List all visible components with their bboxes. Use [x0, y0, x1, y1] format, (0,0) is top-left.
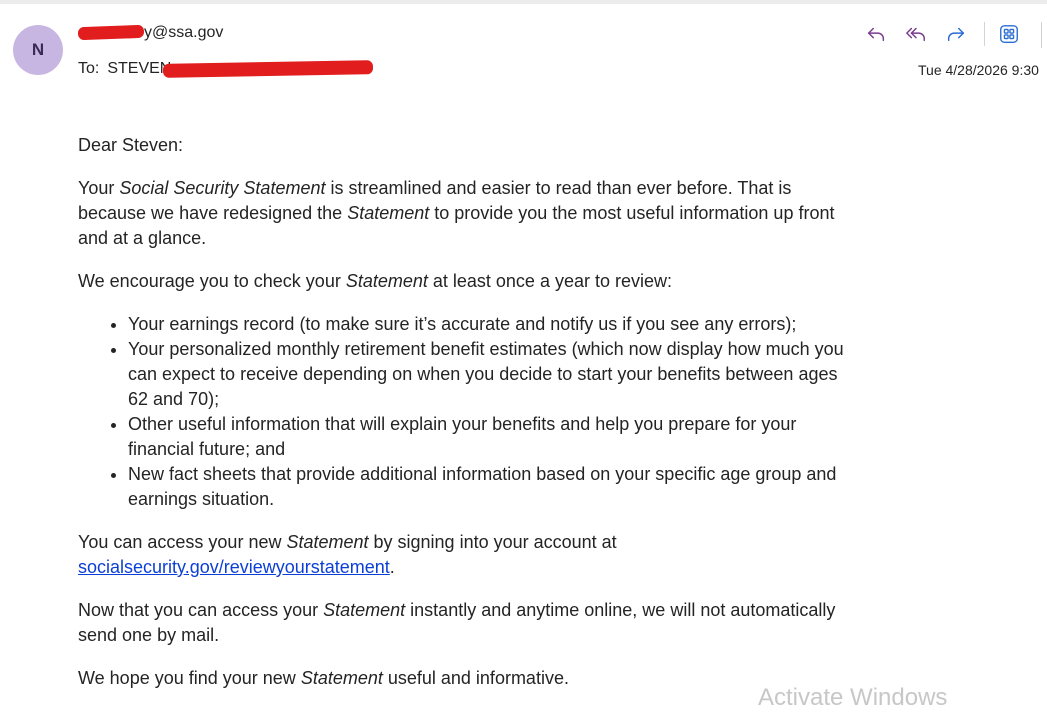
redaction-mark — [163, 59, 374, 78]
review-statement-link[interactable]: socialsecurity.gov/reviewyourstatement — [78, 557, 390, 577]
text-run: Your — [78, 178, 120, 198]
forward-icon — [947, 27, 965, 42]
text-run: useful and informative. — [382, 668, 569, 688]
sender-line[interactable]: y@ssa.gov — [77, 24, 224, 42]
text-run-italic: Statement — [286, 532, 369, 552]
recipient-line: To: STEVEN — [78, 59, 374, 78]
text-run: We encourage you to check your — [78, 271, 346, 291]
paragraph-access: You can access your new Statement by sig… — [78, 530, 858, 580]
text-run-italic: Social Security Statement — [119, 178, 326, 198]
review-list: Your earnings record (to make sure it’s … — [78, 312, 858, 512]
text-run-italic: Statement — [323, 600, 406, 620]
text-run: by signing into your account at — [368, 532, 617, 552]
text-run-italic: Statement — [300, 668, 383, 688]
apps-grid-icon — [1000, 25, 1018, 43]
activate-windows-watermark: Activate Windows — [758, 684, 948, 711]
recipient-name[interactable]: STEVEN — [107, 60, 171, 77]
text-run: Now that you can access your — [78, 600, 324, 620]
list-item: Other useful information that will expla… — [128, 412, 858, 462]
text-run: We hope you find your new — [78, 668, 301, 688]
reply-button[interactable] — [862, 20, 890, 48]
pane-edge-divider — [1041, 22, 1042, 48]
reply-icon — [867, 27, 885, 42]
message-actions — [862, 20, 1035, 48]
greeting: Dear Steven: — [78, 135, 184, 155]
reply-all-icon — [906, 27, 925, 42]
text-run: at least once a year to review: — [427, 271, 672, 291]
avatar-initial: N — [31, 40, 45, 59]
toolbar-divider — [984, 22, 985, 46]
list-item: New fact sheets that provide additional … — [128, 462, 858, 512]
paragraph-online: Now that you can access your Statement i… — [78, 598, 858, 648]
sender-avatar[interactable]: N — [13, 25, 63, 75]
apps-button[interactable] — [995, 20, 1023, 48]
text-run-italic: Statement — [345, 271, 428, 291]
text-run: You can access your new — [78, 532, 287, 552]
sent-date: Tue 4/28/2026 9:30 — [918, 62, 1039, 78]
paragraph-closing: We hope you find your new Statement usef… — [78, 666, 858, 691]
window-top-border — [0, 0, 1047, 4]
text-run: . — [389, 557, 395, 577]
list-item: Your earnings record (to make sure it’s … — [128, 312, 858, 337]
redaction-mark — [77, 25, 145, 41]
reply-all-button[interactable] — [902, 20, 930, 48]
paragraph-encourage: We encourage you to check your Statement… — [78, 269, 858, 294]
sender-email: y@ssa.gov — [144, 24, 224, 41]
forward-button[interactable] — [942, 20, 970, 48]
paragraph-intro: Your Social Security Statement is stream… — [78, 176, 858, 251]
to-label: To: — [78, 60, 100, 77]
text-run-italic: Statement — [347, 203, 430, 223]
message-body: Dear Steven: Your Social Security Statem… — [78, 133, 858, 709]
list-item: Your personalized monthly retirement ben… — [128, 337, 858, 412]
